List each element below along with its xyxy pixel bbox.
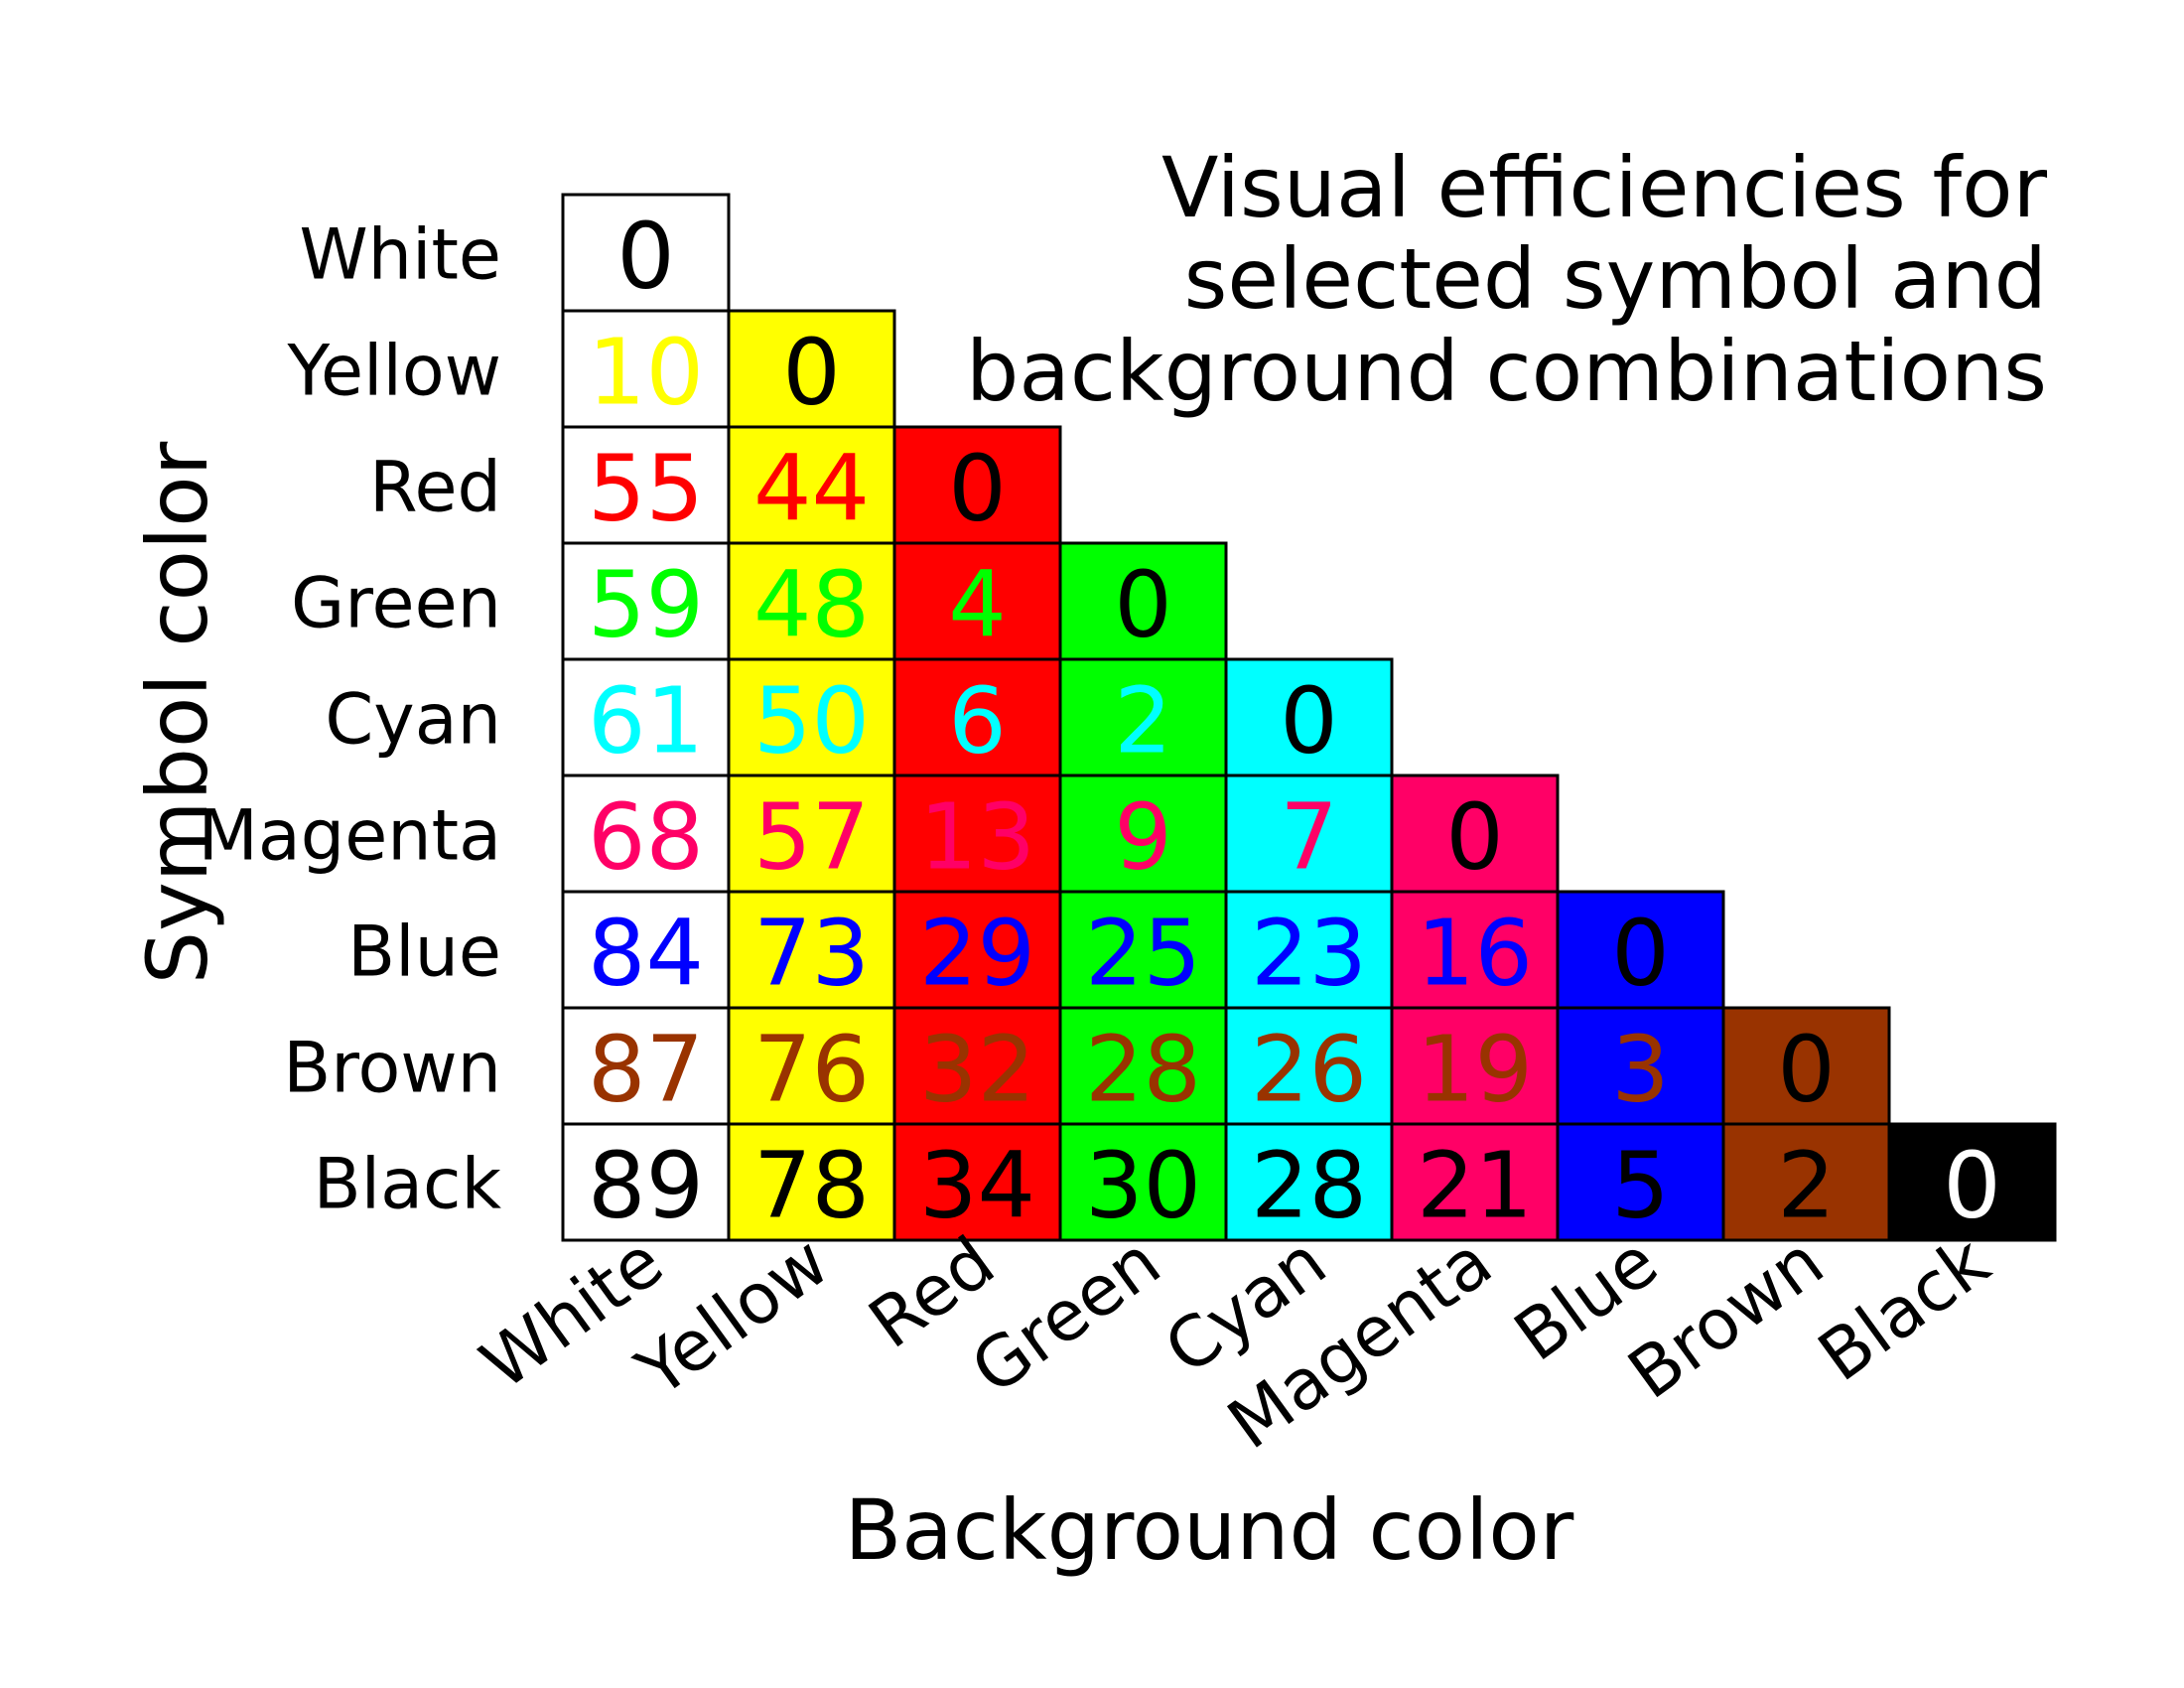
cell-value-label: 84 <box>588 901 704 1007</box>
cell-value-label: 0 <box>1445 784 1504 891</box>
cell-value-label: 59 <box>588 552 704 658</box>
row-label: Red <box>369 447 501 528</box>
cell-value-label: 28 <box>1251 1133 1367 1239</box>
cell-value-label: 4 <box>948 552 1007 658</box>
cell-value-label: 50 <box>753 668 870 774</box>
column-labels: WhiteYellow RedGreenCyanMagentaBlueBrownB… <box>467 1220 2004 1465</box>
efficiency-chart: Visual efficiencies for selected symbol … <box>129 139 2057 1579</box>
cell-value-label: 87 <box>588 1017 704 1123</box>
cell-value-label: 2 <box>1114 668 1172 774</box>
row-label: Blue <box>347 912 501 993</box>
cell-value-label: 48 <box>753 552 870 658</box>
cell-value-label: 13 <box>919 784 1035 891</box>
x-axis-label: Background color <box>845 1481 1574 1579</box>
row-label: Green <box>291 563 501 644</box>
cell-value-label: 21 <box>1417 1133 1533 1239</box>
cell-value-label: 32 <box>919 1017 1035 1123</box>
column-label: Black <box>1804 1220 2004 1397</box>
title-line: background combinations <box>966 323 2047 420</box>
cell-value-label: 10 <box>588 320 704 426</box>
row-label: White <box>299 214 501 296</box>
cell-value-label: 0 <box>616 204 675 310</box>
cell-value-label: 57 <box>753 784 870 891</box>
chart-title: Visual efficiencies for selected symbol … <box>966 139 2047 420</box>
cell-value-label: 78 <box>753 1133 870 1239</box>
cell-value-label: 25 <box>1085 901 1201 1007</box>
y-axis-label: Symbol color <box>129 441 226 984</box>
cell-value-label: 30 <box>1085 1133 1201 1239</box>
row-label: Brown <box>283 1028 501 1109</box>
cell-value-label: 89 <box>588 1133 704 1239</box>
cell-value-label: 61 <box>588 668 704 774</box>
cell-value-label: 0 <box>1777 1017 1836 1123</box>
cell-value-label: 26 <box>1251 1017 1367 1123</box>
row-label: Black <box>314 1144 502 1225</box>
cell-value-label: 16 <box>1417 901 1533 1007</box>
cell-value-label: 3 <box>1611 1017 1670 1123</box>
cell-value-label: 28 <box>1085 1017 1201 1123</box>
cell-value-label: 0 <box>1114 552 1172 658</box>
cell-value-label: 34 <box>919 1133 1035 1239</box>
cell-value-label: 23 <box>1251 901 1367 1007</box>
cell-value-label: 7 <box>1280 784 1338 891</box>
row-label: Yellow <box>286 331 501 412</box>
cell-value-label: 55 <box>588 436 704 542</box>
cell-value-label: 9 <box>1114 784 1172 891</box>
cell-value-label: 44 <box>753 436 870 542</box>
cell-value-label: 0 <box>1280 668 1338 774</box>
column-label: Green <box>957 1220 1175 1410</box>
title-line: Visual efficiencies for <box>1161 139 2047 236</box>
cell-value-label: 19 <box>1417 1017 1533 1123</box>
title-line: selected symbol and <box>1184 230 2047 328</box>
column-label: Yellow <box>621 1220 843 1413</box>
cell-value-label: 0 <box>948 436 1007 542</box>
cell-value-label: 73 <box>753 901 870 1007</box>
column-label: Brown <box>1614 1220 1839 1414</box>
cell-value-label: 68 <box>588 784 704 891</box>
row-label: Cyan <box>325 679 501 761</box>
cell-value-label: 0 <box>1611 901 1670 1007</box>
cell-value-label: 0 <box>782 320 841 426</box>
cell-value-label: 6 <box>948 668 1007 774</box>
row-label: Magenta <box>199 795 502 877</box>
cell-value-label: 76 <box>753 1017 870 1123</box>
row-labels: White Yellow Red Green Cyan Magenta Blue Brown B… <box>199 214 502 1225</box>
cell-value-label: 29 <box>919 901 1035 1007</box>
